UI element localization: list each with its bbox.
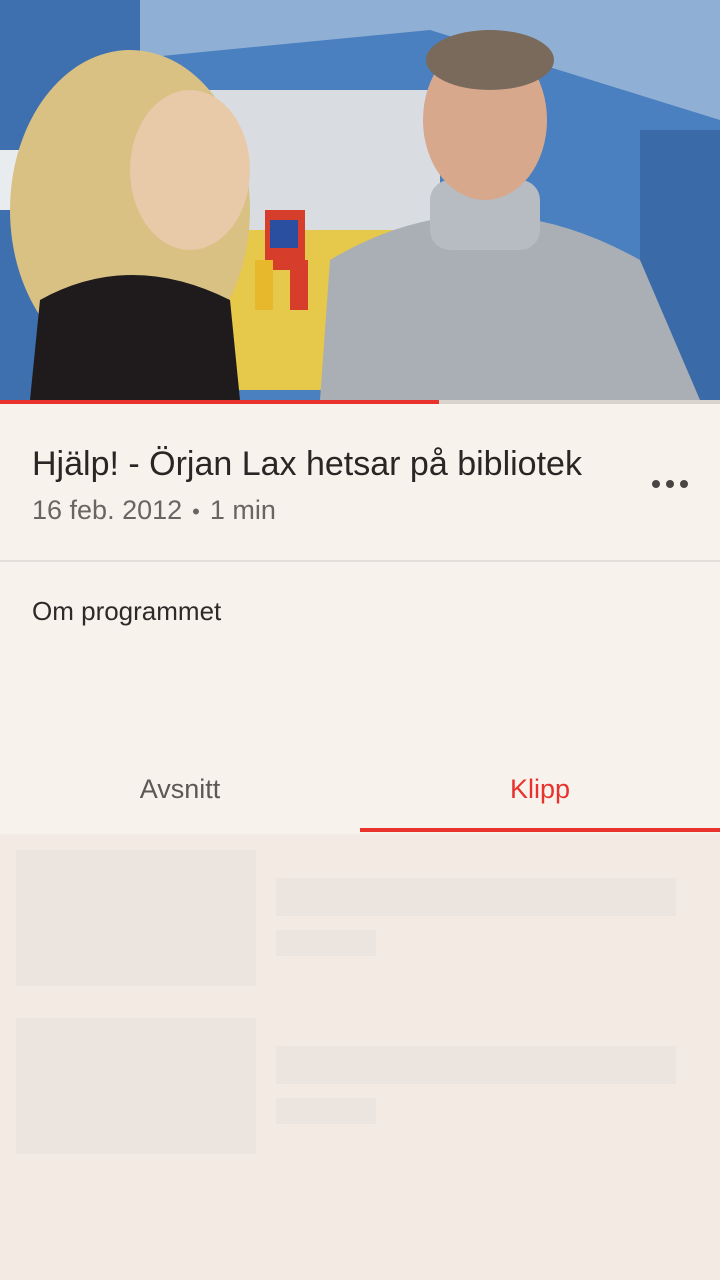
- program-date: 16 feb. 2012: [32, 495, 183, 525]
- more-dot: [666, 480, 674, 488]
- more-dot: [680, 480, 688, 488]
- divider: [0, 560, 720, 562]
- video-frame: [0, 0, 720, 400]
- list-item-title-placeholder: [276, 1046, 676, 1084]
- about-program-link[interactable]: Om programmet: [32, 596, 221, 627]
- list-item-thumbnail-placeholder: [16, 850, 256, 986]
- more-horizontal-icon: [652, 480, 660, 488]
- tab-selected-indicator: [360, 828, 720, 832]
- meta-separator: •: [192, 499, 200, 524]
- tab-avsnitt[interactable]: Avsnitt: [0, 744, 360, 834]
- clip-list: [0, 834, 720, 1280]
- list-item-title-placeholder: [276, 878, 676, 916]
- program-title: Hjälp! - Örjan Lax hetsar på bibliotek: [32, 445, 582, 483]
- tab-bar: Avsnitt Klipp: [0, 744, 720, 834]
- tab-klipp[interactable]: Klipp: [360, 744, 720, 834]
- video-player[interactable]: [0, 0, 720, 400]
- program-duration: 1 min: [209, 495, 276, 525]
- more-options-button[interactable]: [638, 460, 702, 508]
- list-item-meta-placeholder: [276, 1098, 376, 1124]
- list-item-thumbnail-placeholder: [16, 1018, 256, 1154]
- program-meta: 16 feb. 2012 • 1 min: [32, 494, 276, 528]
- list-item-meta-placeholder: [276, 930, 376, 956]
- program-info: Hjälp! - Örjan Lax hetsar på bibliotek 1…: [0, 404, 720, 561]
